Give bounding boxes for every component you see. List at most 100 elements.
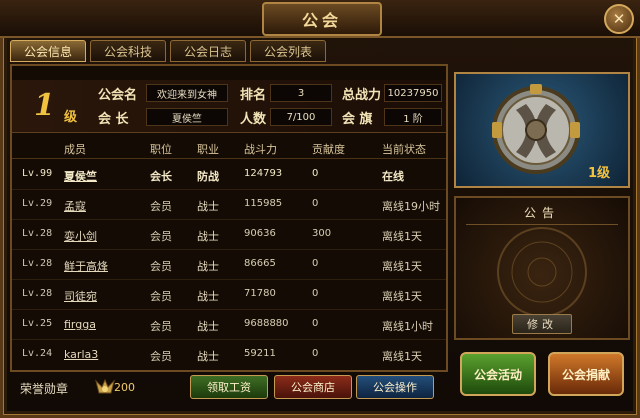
honor-medal-label: 荣誉勋章 — [20, 382, 69, 396]
table-row[interactable]: Lv.25 firgga 会员 战士 9688880 0 离线1小时 — [12, 310, 446, 340]
notice-panel: 公告 修改 — [454, 196, 630, 340]
rank-label: 排名 — [240, 88, 267, 103]
member-name[interactable]: firgga — [64, 318, 96, 331]
header-contribution[interactable]: 贡献度 — [312, 141, 345, 157]
close-icon: ✕ — [612, 10, 626, 28]
member-job: 防战 — [197, 170, 219, 183]
member-contribution: 300 — [312, 228, 332, 239]
member-contribution: 0 — [312, 318, 319, 329]
header-job[interactable]: 职业 — [197, 141, 219, 157]
member-contribution: 0 — [312, 198, 319, 209]
guild-emblem-panel: 1级 — [454, 72, 630, 188]
title-plate: 公会 — [262, 2, 382, 36]
member-contribution: 0 — [312, 258, 319, 269]
member-position: 会员 — [150, 290, 172, 303]
member-job: 战士 — [197, 290, 219, 303]
guild-name-value: 欢迎来到女神 — [146, 84, 228, 102]
flag-label: 会 旗 — [342, 112, 373, 127]
member-name[interactable]: karla3 — [64, 348, 98, 361]
table-row[interactable]: Lv.28 鲜于高烽 会员 战士 86665 0 离线1天 — [12, 250, 446, 280]
table-row[interactable]: Lv.29 孟寇 会员 战士 115985 0 离线19小时 — [12, 190, 446, 220]
member-contribution: 0 — [312, 168, 319, 179]
member-position: 会长 — [150, 170, 172, 183]
member-level: Lv.24 — [22, 348, 53, 359]
member-contribution: 0 — [312, 288, 319, 299]
member-level: Lv.28 — [22, 288, 53, 299]
total-power-label: 总战力 — [342, 88, 382, 103]
close-button[interactable]: ✕ — [604, 4, 634, 34]
member-job: 战士 — [197, 320, 219, 333]
honor-medal-value: 200 — [114, 381, 135, 394]
member-position: 会员 — [150, 350, 172, 363]
header-power[interactable]: 战斗力 — [244, 141, 277, 157]
member-name[interactable]: 司徒宛 — [64, 288, 97, 304]
member-level: Lv.28 — [22, 258, 53, 269]
members-value: 7/100 — [270, 108, 332, 126]
flag-value: 1 阶 — [384, 108, 442, 126]
guild-level-number: 1 — [34, 88, 55, 123]
member-level: Lv.99 — [22, 168, 53, 179]
members-label: 人数 — [240, 112, 267, 127]
member-job: 战士 — [197, 230, 219, 243]
leader-value: 夏侯竺 — [146, 108, 228, 126]
member-position: 会员 — [150, 260, 172, 273]
member-power: 9688880 — [244, 318, 289, 329]
member-position: 会员 — [150, 320, 172, 333]
member-power: 90636 — [244, 228, 276, 239]
table-row[interactable]: Lv.28 司徒宛 会员 战士 71780 0 离线1天 — [12, 280, 446, 310]
edit-notice-button[interactable]: 修改 — [512, 314, 572, 334]
member-job: 战士 — [197, 200, 219, 213]
member-status: 离线1天 — [382, 230, 422, 243]
window-title: 公会 — [301, 11, 342, 30]
member-status: 离线19小时 — [382, 200, 440, 213]
table-row[interactable]: Lv.99 夏侯竺 会长 防战 124793 0 在线 — [12, 160, 446, 190]
guild-level-badge: 1 级 — [24, 88, 90, 128]
header-position[interactable]: 职位 — [150, 141, 172, 157]
member-level: Lv.25 — [22, 318, 53, 329]
member-power: 59211 — [244, 348, 276, 359]
member-level: Lv.29 — [22, 198, 53, 209]
member-power: 115985 — [244, 198, 283, 209]
guild-shop-button[interactable]: 公会商店 — [274, 375, 352, 399]
leader-label: 会 长 — [98, 112, 129, 127]
guild-summary: 1 级 公会名 欢迎来到女神 排名 3 总战力 10237950 会 长 夏侯竺… — [12, 80, 446, 133]
total-power-value: 10237950 — [384, 84, 442, 102]
member-status: 离线1天 — [382, 260, 422, 273]
guild-level-unit: 级 — [64, 110, 78, 125]
emblem-level: 1级 — [587, 166, 610, 181]
table-row[interactable]: Lv.28 娈小剑 会员 战士 90636 300 离线1天 — [12, 220, 446, 250]
member-status: 离线1天 — [382, 290, 422, 303]
member-status: 在线 — [382, 170, 404, 183]
guild-name-label: 公会名 — [98, 88, 138, 103]
guild-donate-button[interactable]: 公会捐献 — [548, 352, 624, 396]
member-name[interactable]: 夏侯竺 — [64, 168, 97, 184]
member-power: 124793 — [244, 168, 283, 179]
member-job: 战士 — [197, 350, 219, 363]
tab-guild-tech[interactable]: 公会科技 — [90, 40, 166, 62]
bottom-bar: 荣誉勋章 200 领取工资 公会商店 公会操作 — [10, 374, 448, 402]
member-status: 离线1小时 — [382, 320, 433, 333]
header-member[interactable]: 成员 — [64, 141, 86, 157]
member-power: 71780 — [244, 288, 276, 299]
guild-activity-button[interactable]: 公会活动 — [460, 352, 536, 396]
tab-guild-list[interactable]: 公会列表 — [250, 40, 326, 62]
tab-guild-log[interactable]: 公会日志 — [170, 40, 246, 62]
collect-salary-button[interactable]: 领取工资 — [190, 375, 268, 399]
member-position: 会员 — [150, 230, 172, 243]
member-name[interactable]: 孟寇 — [64, 198, 86, 214]
guild-operations-button[interactable]: 公会操作 — [356, 375, 434, 399]
guild-info-panel: 1 级 公会名 欢迎来到女神 排名 3 总战力 10237950 会 长 夏侯竺… — [10, 64, 448, 372]
tab-guild-info[interactable]: 公会信息 — [10, 40, 86, 62]
member-position: 会员 — [150, 200, 172, 213]
table-row[interactable]: Lv.24 karla3 会员 战士 59211 0 离线1天 — [12, 340, 446, 369]
rank-value: 3 — [270, 84, 332, 102]
member-name[interactable]: 鲜于高烽 — [64, 258, 108, 274]
member-name[interactable]: 娈小剑 — [64, 228, 97, 244]
member-job: 战士 — [197, 260, 219, 273]
tab-bar: 公会信息 公会科技 公会日志 公会列表 — [10, 40, 326, 64]
member-table-header: 成员 职位 职业 战斗力 贡献度 当前状态 — [12, 138, 446, 159]
title-bar: 公会 ✕ — [0, 0, 640, 38]
header-status[interactable]: 当前状态 — [382, 141, 426, 157]
member-status: 离线1天 — [382, 350, 422, 363]
member-contribution: 0 — [312, 348, 319, 359]
